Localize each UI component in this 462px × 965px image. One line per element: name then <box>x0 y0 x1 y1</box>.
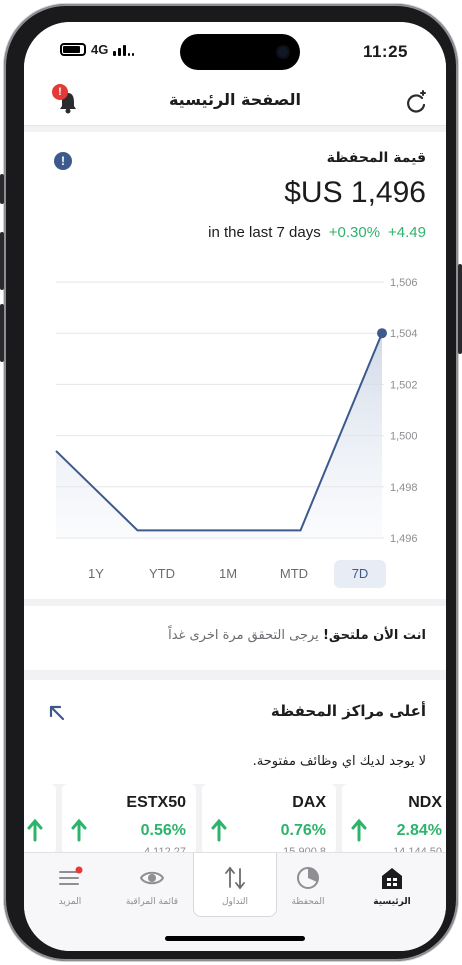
clock: 11:25 <box>362 42 408 61</box>
ticker-card[interactable] <box>24 784 56 854</box>
volume-down-button <box>0 304 4 362</box>
y-tick-label: 1,496 <box>390 533 418 545</box>
arrow-up-icon <box>351 818 367 842</box>
page-title: الصفحة الرئيسية <box>168 90 302 109</box>
dynamic-island <box>180 34 300 70</box>
range-7d[interactable]: 7D <box>334 560 386 588</box>
y-tick-label: 1,498 <box>390 482 418 494</box>
change-absolute: +4.49 <box>388 224 426 241</box>
ticker-card[interactable]: DAX 0.76% 15,900.8 <box>202 784 336 858</box>
portfolio-card: ! قيمة المحفظة $US 1,496 in the last 7 d… <box>24 132 446 599</box>
y-tick-label: 1,504 <box>390 328 418 340</box>
info-icon[interactable]: ! <box>54 152 72 170</box>
ticker-name: ESTX50 <box>126 794 186 811</box>
change-percent: +0.30% <box>328 224 381 241</box>
range-1y[interactable]: 1Y <box>70 560 122 588</box>
portfolio-label: قيمة المحفظة <box>326 150 426 166</box>
arrow-up-left-icon <box>49 705 65 721</box>
arrow-up-icon <box>27 818 43 842</box>
positions-empty-text: لا يوجد لديك اي وظائف مفتوحة. <box>252 754 426 769</box>
notice-card: انت الأن ملتحق! يرجى التحقق مرة اخرى غدا… <box>24 606 446 670</box>
refresh-button[interactable] <box>404 90 430 116</box>
caught-up-notice: انت الأن ملتحق! يرجى التحقق مرة اخرى غدا… <box>168 628 426 643</box>
tab-trade[interactable]: التداول <box>193 853 277 917</box>
arrow-up-icon <box>211 818 227 842</box>
portfolio-chart: 1,506 1,504 1,502 1,500 1,498 1,496 <box>55 277 418 545</box>
y-tick-label: 1,500 <box>390 431 418 443</box>
app-header: ! الصفحة الرئيسية <box>24 78 446 126</box>
battery-icon <box>60 43 86 56</box>
portfolio-change: in the last 7 days +0.30% +4.49 <box>208 224 426 241</box>
tab-portfolio-label: المحفظة <box>291 897 325 907</box>
notice-bold: انت الأن ملتحق! <box>322 628 426 643</box>
power-button <box>458 264 462 354</box>
ticker-strip[interactable]: NDX 2.84% 14,144.50 DAX 0.76% 15,900.8 E… <box>24 784 446 858</box>
ticker-change: 2.84% <box>396 822 442 839</box>
ticker-change: 0.56% <box>140 822 186 839</box>
last-point-marker <box>377 328 387 339</box>
ticker-name: DAX <box>292 794 326 811</box>
arrow-up-icon <box>71 818 87 842</box>
home-indicator <box>165 936 305 941</box>
swap-arrows-icon <box>225 866 245 890</box>
tab-home-label: الرئيسية <box>373 897 411 907</box>
notice-text: يرجى التحقق مرة اخرى غداً <box>168 628 319 643</box>
ticker-change: 0.76% <box>280 822 326 839</box>
eye-icon <box>139 871 165 885</box>
pie-chart-icon <box>297 867 319 889</box>
tab-bar: الرئيسية المحفظة التداول قائمة المراقبة … <box>24 852 446 951</box>
phone-frame: 4G 11:25 ! الصفحة الرئيسية ! قيمة المحفظ… <box>0 4 462 961</box>
signal-icon <box>113 44 135 56</box>
mute-switch <box>0 174 4 204</box>
home-building-icon <box>382 868 402 889</box>
screen: 4G 11:25 ! الصفحة الرئيسية ! قيمة المحفظ… <box>24 22 446 951</box>
range-selector: 1Y YTD 1M MTD 7D <box>70 560 386 588</box>
menu-icon <box>59 866 83 885</box>
tab-watchlist-label: قائمة المراقبة <box>125 897 179 907</box>
tab-home[interactable]: الرئيسية <box>350 861 434 923</box>
range-mtd[interactable]: MTD <box>268 560 320 588</box>
ticker-card[interactable]: ESTX50 0.56% 4,112.27 <box>62 784 196 858</box>
positions-title: أعلى مراكز المحفظة <box>270 702 426 720</box>
network-type: 4G <box>91 42 109 57</box>
expand-button[interactable] <box>46 702 68 724</box>
range-ytd[interactable]: YTD <box>136 560 188 588</box>
ticker-name: NDX <box>408 794 442 811</box>
tab-portfolio[interactable]: المحفظة <box>266 861 350 923</box>
volume-up-button <box>0 232 4 290</box>
y-tick-label: 1,502 <box>390 379 418 391</box>
ticker-card[interactable]: NDX 2.84% 14,144.50 <box>342 784 446 858</box>
portfolio-value: $US 1,496 <box>284 176 426 209</box>
refresh-icon <box>407 90 426 113</box>
tab-trade-label: التداول <box>221 897 249 907</box>
range-1m[interactable]: 1M <box>202 560 254 588</box>
change-period: in the last 7 days <box>208 224 321 241</box>
tab-more-label: المزيد <box>58 897 82 907</box>
tab-more[interactable]: المزيد <box>28 861 112 923</box>
tab-watchlist[interactable]: قائمة المراقبة <box>110 861 194 923</box>
y-tick-label: 1,506 <box>390 277 418 289</box>
